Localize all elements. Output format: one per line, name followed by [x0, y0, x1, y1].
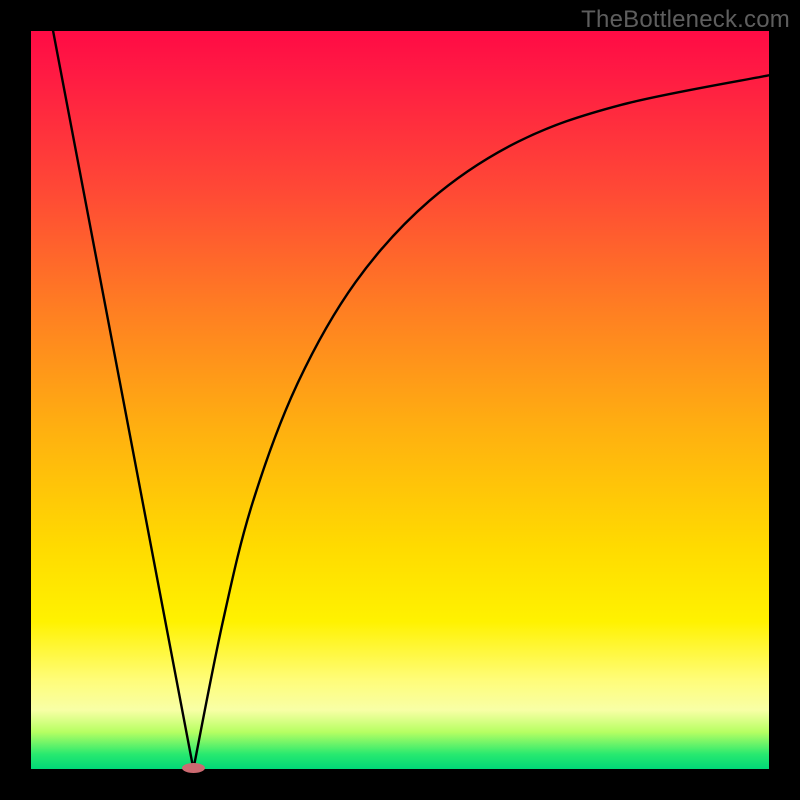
bottleneck-curve — [31, 31, 769, 769]
chart-frame: TheBottleneck.com — [0, 0, 800, 800]
plot-area — [31, 31, 769, 769]
watermark-text: TheBottleneck.com — [581, 6, 790, 34]
minimum-marker — [182, 763, 206, 773]
